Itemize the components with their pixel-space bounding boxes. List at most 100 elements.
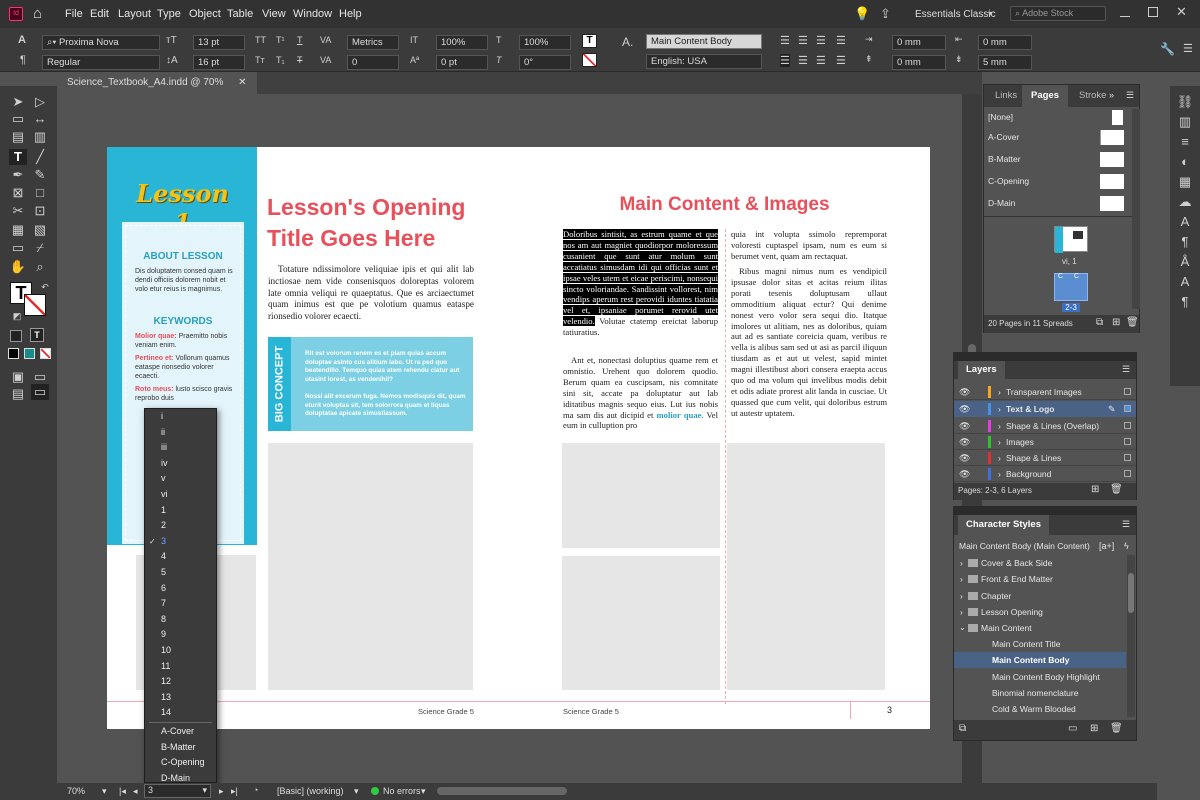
- swatches-icon[interactable]: ▦: [1176, 174, 1194, 190]
- eye-icon[interactable]: 👁: [959, 401, 970, 417]
- panel-menu-icon[interactable]: ☰: [1122, 364, 1130, 375]
- direct-selection-tool-icon[interactable]: ▷: [31, 94, 49, 110]
- new-style-icon[interactable]: [a+]: [1099, 538, 1114, 554]
- dropdown-item[interactable]: 2: [145, 518, 216, 534]
- page-number-field[interactable]: 3 ▾: [144, 784, 211, 798]
- dropdown-item[interactable]: A-Cover: [145, 724, 216, 740]
- layer-row[interactable]: 👁 › Images: [954, 434, 1136, 450]
- language-select[interactable]: English: USA: [646, 54, 762, 69]
- share-icon[interactable]: ⇪: [880, 6, 891, 22]
- note-tool-icon[interactable]: ▭: [9, 240, 27, 256]
- wrench-icon[interactable]: 🔧: [1160, 42, 1175, 56]
- text-stroke-swatch[interactable]: [582, 53, 597, 67]
- dropdown-item[interactable]: iv: [145, 456, 216, 472]
- dropdown-item[interactable]: 5: [145, 565, 216, 581]
- document-tab[interactable]: Science_Textbook_A4.indd @ 70% ✕: [57, 72, 257, 94]
- master-c-opening[interactable]: C-Opening: [984, 173, 1139, 189]
- pages-icon[interactable]: ▥: [1176, 114, 1194, 130]
- formatting-container-icon[interactable]: [10, 330, 22, 342]
- skew-field[interactable]: 0°: [519, 55, 571, 70]
- menu-edit[interactable]: Edit: [90, 8, 109, 20]
- layer-row[interactable]: 👁 › Transparent Images: [954, 384, 1136, 400]
- expand-icon[interactable]: ›: [998, 418, 1001, 434]
- style-item[interactable]: Main Content Body Highlight: [954, 669, 1136, 685]
- new-group-icon[interactable]: ▭: [1068, 723, 1077, 734]
- color-icon[interactable]: ◐: [1176, 154, 1194, 170]
- content-collector-icon[interactable]: ▤: [9, 129, 27, 145]
- dropdown-item[interactable]: 10: [145, 643, 216, 659]
- select-square[interactable]: [1124, 438, 1131, 445]
- type-tool-icon[interactable]: T: [9, 149, 27, 165]
- eyedropper-tool-icon[interactable]: ⌿: [31, 240, 49, 256]
- style-item[interactable]: Cold & Warm Blooded: [954, 701, 1136, 717]
- eye-icon[interactable]: 👁: [959, 434, 970, 450]
- baseline-shift-field[interactable]: 0 pt: [436, 55, 488, 70]
- style-folder[interactable]: › Front & End Matter: [954, 571, 1136, 587]
- panel-menu-icon[interactable]: ☰: [1183, 42, 1193, 55]
- spread-thumb-2[interactable]: CC: [1054, 273, 1088, 301]
- selected-text[interactable]: Doloribus sintisit, as estrum quame et q…: [563, 229, 718, 327]
- master-a-cover[interactable]: A-Cover: [984, 129, 1139, 145]
- align-left-icon[interactable]: ☰: [780, 34, 790, 47]
- horizontal-scale-field[interactable]: 100%: [519, 35, 571, 50]
- collapse-icon[interactable]: ⌄: [959, 620, 966, 636]
- scissors-tool-icon[interactable]: ✂: [9, 203, 27, 219]
- selection-tool-icon[interactable]: ➤: [9, 94, 27, 110]
- all-caps-icon[interactable]: TT: [255, 35, 266, 45]
- presentation-mode-icon[interactable]: ▭: [31, 384, 49, 400]
- panel-menu-icon[interactable]: ☰: [1122, 519, 1130, 530]
- tab-character-styles[interactable]: Character Styles: [958, 515, 1049, 535]
- expand-icon[interactable]: ›: [998, 401, 1001, 417]
- style-folder[interactable]: › Lesson Opening: [954, 604, 1136, 620]
- font-family-field[interactable]: ⌕▾ Proxima Nova: [42, 35, 160, 50]
- align-right-icon[interactable]: ☰: [816, 34, 826, 47]
- highlight-link[interactable]: molior quae.: [656, 410, 703, 420]
- new-layer-icon[interactable]: ⊞: [1091, 484, 1099, 495]
- justify-right-icon[interactable]: ☰: [816, 54, 826, 67]
- paragraph-style-select[interactable]: Main Content Body: [646, 34, 762, 49]
- close-icon[interactable]: ✕: [238, 77, 246, 88]
- dropdown-item[interactable]: 6: [145, 581, 216, 597]
- glyphs-icon[interactable]: Å: [1176, 254, 1194, 270]
- dropdown-item[interactable]: 11: [145, 659, 216, 675]
- expand-icon[interactable]: ›: [998, 466, 1001, 482]
- dropdown-item[interactable]: vi: [145, 487, 216, 503]
- right-indent-field[interactable]: 0 mm: [978, 35, 1032, 50]
- dropdown-item[interactable]: i: [145, 409, 216, 425]
- app-logo[interactable]: Id: [9, 7, 23, 21]
- new-page-icon[interactable]: ⊞: [1112, 317, 1120, 328]
- horizontal-scrollbar[interactable]: [427, 787, 947, 795]
- menu-view[interactable]: View: [262, 8, 286, 20]
- menu-file[interactable]: File: [65, 8, 83, 20]
- home-icon[interactable]: ⌂: [33, 5, 42, 22]
- dropdown-item[interactable]: 7: [145, 596, 216, 612]
- expand-icon[interactable]: ›: [998, 434, 1001, 450]
- select-square[interactable]: [1124, 454, 1131, 461]
- minimize-button[interactable]: [1120, 7, 1130, 17]
- preview-mode-icon[interactable]: ▭: [31, 369, 49, 385]
- layer-row-selected[interactable]: 👁 › Text & Logo ✎: [954, 401, 1136, 417]
- paragraph-mode-icon[interactable]: ¶: [20, 54, 26, 66]
- character-mode-icon[interactable]: A: [18, 34, 26, 46]
- expand-icon[interactable]: ›: [998, 450, 1001, 466]
- menu-help[interactable]: Help: [339, 8, 362, 20]
- expand-icon[interactable]: ›: [960, 555, 963, 571]
- preflight-status[interactable]: No errors: [383, 786, 421, 796]
- eye-icon[interactable]: 👁: [959, 450, 970, 466]
- close-button[interactable]: ✕: [1176, 4, 1187, 20]
- lightning-icon[interactable]: ϟ: [1124, 538, 1129, 554]
- layer-row[interactable]: 👁 › Background: [954, 466, 1136, 482]
- vertical-scale-field[interactable]: 100%: [436, 35, 488, 50]
- style-item[interactable]: Main Content Title: [954, 636, 1136, 652]
- pen-tool-icon[interactable]: ✒: [9, 167, 27, 183]
- font-size-field[interactable]: 13 pt: [193, 35, 245, 50]
- expand-icon[interactable]: ›: [960, 571, 963, 587]
- menu-window[interactable]: Window: [293, 8, 332, 20]
- dropdown-item[interactable]: C-Opening: [145, 755, 216, 771]
- panel-menu-icon[interactable]: ☰: [1126, 90, 1134, 101]
- dropdown-item[interactable]: v: [145, 471, 216, 487]
- align-toward-spine-icon[interactable]: ☰: [836, 34, 846, 47]
- select-square[interactable]: [1124, 405, 1131, 412]
- line-tool-icon[interactable]: ╱: [31, 149, 49, 165]
- panel-scrollbar[interactable]: [1132, 109, 1140, 309]
